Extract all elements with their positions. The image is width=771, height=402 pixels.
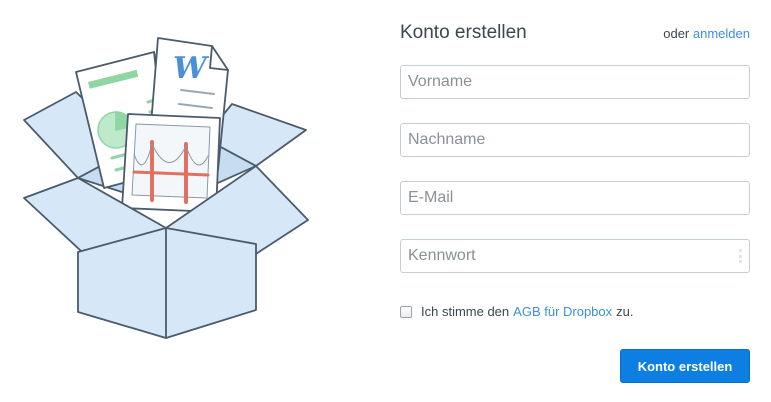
terms-row: Ich stimme den AGB für Dropbox zu. bbox=[400, 304, 634, 319]
password-field[interactable] bbox=[400, 239, 750, 273]
login-hint: oder anmelden bbox=[663, 26, 750, 41]
form-title: Konto erstellen bbox=[400, 22, 527, 43]
word-letter: W bbox=[173, 51, 210, 86]
terms-suffix: zu. bbox=[616, 304, 634, 319]
create-account-button[interactable]: Konto erstellen bbox=[620, 349, 750, 383]
login-link[interactable]: anmelden bbox=[693, 26, 750, 41]
terms-prefix: Ich stimme den bbox=[421, 304, 510, 319]
box-body bbox=[77, 227, 257, 339]
first-name-field[interactable] bbox=[400, 65, 750, 99]
terms-link[interactable]: AGB für Dropbox bbox=[513, 304, 612, 319]
login-prefix: oder bbox=[663, 26, 690, 41]
dropbox-illustration: W bbox=[23, 37, 309, 339]
signup-form: Konto erstellen oder anmelden Ich stimme… bbox=[400, 20, 750, 383]
password-manager-icon[interactable] bbox=[739, 249, 742, 263]
terms-checkbox[interactable] bbox=[400, 305, 412, 318]
password-wrapper bbox=[400, 239, 750, 273]
last-name-field[interactable] bbox=[400, 123, 750, 157]
email-field[interactable] bbox=[400, 181, 750, 215]
form-header: Konto erstellen oder anmelden bbox=[400, 22, 750, 52]
bridge-photo-icon bbox=[121, 113, 221, 213]
